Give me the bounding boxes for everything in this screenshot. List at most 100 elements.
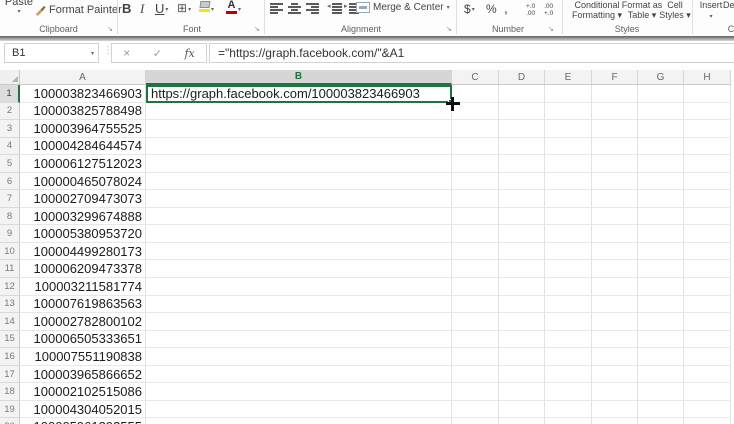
cell-B2[interactable] [146,102,452,121]
cell-A5[interactable]: 100006127512023 [20,155,146,173]
cell-D11[interactable] [499,260,545,279]
italic-button[interactable]: I [140,1,144,17]
cell-D20[interactable] [499,418,545,424]
cell-H13[interactable] [684,295,731,314]
cell-B1[interactable]: https://graph.facebook.com/1000038234669… [146,85,452,103]
cell-B8[interactable] [146,207,452,226]
percent-style-button[interactable]: % [486,2,497,16]
cell-G9[interactable] [638,225,684,243]
cell-F18[interactable] [592,383,638,401]
cell-D2[interactable] [499,102,545,121]
merge-center-button[interactable]: Merge & Center ▾ [356,2,450,13]
cell-H4[interactable] [684,137,731,156]
cell-E15[interactable] [545,330,592,349]
cell-A12[interactable]: 100003211581774 [20,278,146,296]
cell-C1[interactable] [452,85,499,103]
align-left-button[interactable] [270,3,283,14]
cell-A16[interactable]: 100007551190838 [20,348,146,366]
cell-E17[interactable] [545,365,592,384]
cancel-button[interactable]: × [123,46,130,60]
cell-C20[interactable] [452,418,499,424]
cell-A15[interactable]: 100006505333651 [20,330,146,349]
cell-E4[interactable] [545,137,592,156]
cell-G2[interactable] [638,102,684,121]
cell-C7[interactable] [452,190,499,208]
row-header-1[interactable]: 1 [0,85,20,103]
cell-G3[interactable] [638,120,684,138]
row-header-10[interactable]: 10 [0,242,20,261]
cell-H6[interactable] [684,172,731,191]
bold-button[interactable]: B [122,1,131,16]
row-header-3[interactable]: 3 [0,120,20,138]
cell-G6[interactable] [638,172,684,191]
column-header-H[interactable]: H [684,70,731,85]
cell-C19[interactable] [452,400,499,419]
cell-E18[interactable] [545,383,592,401]
cell-F5[interactable] [592,155,638,173]
cell-F15[interactable] [592,330,638,349]
cell-F19[interactable] [592,400,638,419]
font-dialog-launcher-icon[interactable]: ↘ [254,25,260,33]
row-header-20[interactable]: 20 [0,418,20,424]
cell-E20[interactable] [545,418,592,424]
row-header-17[interactable]: 17 [0,365,20,384]
cell-F16[interactable] [592,348,638,366]
cell-D7[interactable] [499,190,545,208]
cell-G18[interactable] [638,383,684,401]
alignment-dialog-launcher-icon[interactable]: ↘ [446,25,452,33]
cell-E14[interactable] [545,313,592,331]
cell-F9[interactable] [592,225,638,243]
formula-input[interactable]: ="https://graph.facebook.com/"&A1 [209,43,734,63]
row-header-8[interactable]: 8 [0,207,20,226]
cell-C9[interactable] [452,225,499,243]
cell-D16[interactable] [499,348,545,366]
row-header-9[interactable]: 9 [0,225,20,243]
cell-A10[interactable]: 100004499280173 [20,242,146,261]
cell-B19[interactable] [146,400,452,419]
cell-E13[interactable] [545,295,592,314]
cell-H1[interactable] [684,85,731,103]
cell-B12[interactable] [146,278,452,296]
cell-B6[interactable] [146,172,452,191]
cell-E10[interactable] [545,242,592,261]
cell-E16[interactable] [545,348,592,366]
cell-H7[interactable] [684,190,731,208]
cell-B14[interactable] [146,313,452,331]
row-header-12[interactable]: 12 [0,278,20,296]
cell-H15[interactable] [684,330,731,349]
cell-G8[interactable] [638,207,684,226]
cell-B7[interactable] [146,190,452,208]
row-header-13[interactable]: 13 [0,295,20,314]
cell-B15[interactable] [146,330,452,349]
paste-button[interactable]: Paste ▾ [4,0,34,15]
cell-B3[interactable] [146,120,452,138]
cell-D6[interactable] [499,172,545,191]
cell-E12[interactable] [545,278,592,296]
cell-F20[interactable] [592,418,638,424]
cell-B10[interactable] [146,242,452,261]
cell-C5[interactable] [452,155,499,173]
borders-button[interactable]: ⊞ ▾ [177,1,191,15]
underline-caret-icon[interactable]: ▾ [165,6,168,13]
cell-B9[interactable] [146,225,452,243]
cell-C4[interactable] [452,137,499,156]
cell-D14[interactable] [499,313,545,331]
cell-A18[interactable]: 100002102515086 [20,383,146,401]
comma-style-button[interactable]: , [504,0,508,16]
row-header-4[interactable]: 4 [0,137,20,156]
cell-C18[interactable] [452,383,499,401]
cell-B13[interactable] [146,295,452,314]
enter-button[interactable]: ✓ [153,47,162,60]
underline-button[interactable]: U ▾ [155,1,168,16]
cell-C6[interactable] [452,172,499,191]
font-color-button[interactable]: A ▾ [226,0,241,14]
cell-E1[interactable] [545,85,592,103]
delete-cells-button[interactable]: De [723,0,734,10]
cell-C11[interactable] [452,260,499,279]
accounting-format-button[interactable]: $ ▾ [464,2,475,16]
cell-G5[interactable] [638,155,684,173]
decrease-indent-button[interactable]: ◂ [327,3,342,14]
cell-H18[interactable] [684,383,731,401]
cell-F10[interactable] [592,242,638,261]
insert-cells-button[interactable]: Insert ▾ [697,0,725,22]
